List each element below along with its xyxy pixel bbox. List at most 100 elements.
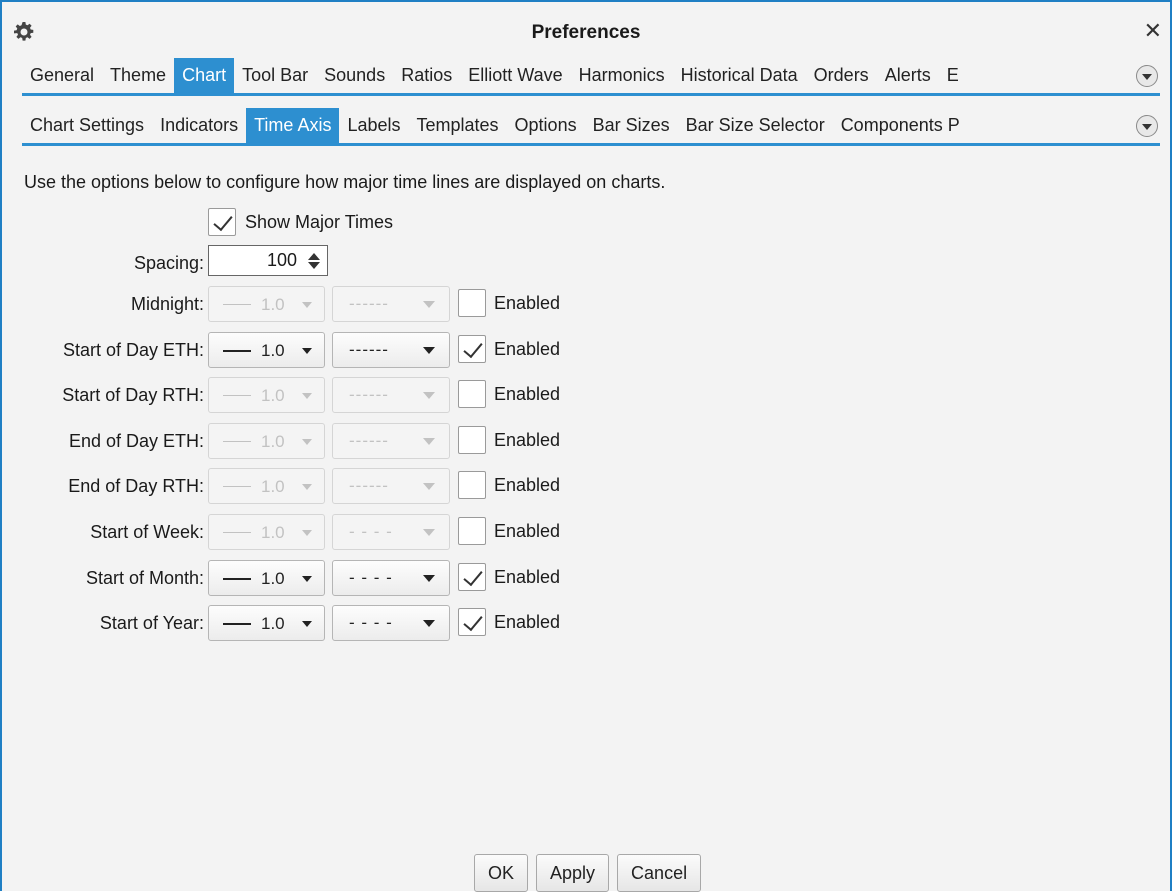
time-line-row: Start of Day ETH: 1.0 ------ Enabled bbox=[2, 332, 702, 368]
window-title: Preferences bbox=[531, 22, 641, 43]
checkbox-box[interactable] bbox=[458, 563, 486, 591]
line-width-value: 1.0 bbox=[261, 523, 285, 542]
show-major-times-checkbox[interactable]: Show Major Times bbox=[208, 208, 393, 236]
chevron-down-icon bbox=[302, 439, 312, 445]
line-width-dropdown[interactable]: 1.0 bbox=[208, 377, 325, 413]
enabled-label: Enabled bbox=[494, 520, 561, 541]
enabled-checkbox[interactable]: Enabled bbox=[458, 608, 560, 636]
enabled-checkbox[interactable]: Enabled bbox=[458, 563, 560, 591]
line-width-dropdown[interactable]: 1.0 bbox=[208, 286, 325, 322]
line-width-dropdown[interactable]: 1.0 bbox=[208, 423, 325, 459]
time-line-label: Midnight: bbox=[130, 294, 204, 314]
time-line-label: End of Day RTH: bbox=[68, 476, 204, 496]
checkbox-box[interactable] bbox=[458, 608, 486, 636]
line-width-value: 1.0 bbox=[261, 614, 285, 633]
checkbox-box[interactable] bbox=[458, 471, 486, 499]
tab-ratios[interactable]: Ratios bbox=[393, 58, 460, 93]
line-style-dropdown[interactable]: ------ bbox=[332, 377, 450, 413]
tab-elliott-wave[interactable]: Elliott Wave bbox=[460, 58, 570, 93]
checkbox-box[interactable] bbox=[208, 208, 236, 236]
tab-alerts[interactable]: Alerts bbox=[877, 58, 939, 93]
enabled-label: Enabled bbox=[494, 338, 561, 359]
line-sample-icon bbox=[223, 350, 251, 352]
line-style-value: ------ bbox=[349, 476, 389, 495]
spacing-label: Spacing: bbox=[133, 253, 204, 273]
ok-button[interactable]: OK bbox=[474, 854, 529, 892]
chevron-down-icon[interactable] bbox=[1136, 115, 1158, 137]
enabled-checkbox[interactable]: Enabled bbox=[458, 289, 560, 317]
subtab-labels[interactable]: Labels bbox=[339, 108, 408, 143]
line-width-dropdown[interactable]: 1.0 bbox=[208, 605, 325, 641]
line-style-dropdown[interactable]: ------ bbox=[332, 423, 450, 459]
time-line-row: Start of Day RTH: 1.0 ------ Enabled bbox=[2, 377, 702, 413]
time-line-row: End of Day ETH: 1.0 ------ Enabled bbox=[2, 423, 702, 459]
chevron-down-icon bbox=[302, 302, 312, 308]
chevron-down-icon bbox=[423, 438, 435, 445]
time-line-row: Start of Year: 1.0 - - - - Enabled bbox=[2, 605, 702, 641]
tab-chart[interactable]: Chart bbox=[174, 58, 235, 93]
cancel-button[interactable]: Cancel bbox=[617, 854, 702, 892]
line-style-value: - - - - bbox=[349, 613, 393, 632]
checkbox-box[interactable] bbox=[458, 426, 486, 454]
sub-tab-strip: Chart Settings Indicators Time Axis Labels T… bbox=[22, 108, 1160, 146]
line-style-dropdown[interactable]: ------ bbox=[332, 286, 450, 322]
line-sample-icon bbox=[223, 441, 251, 442]
line-style-dropdown[interactable]: - - - - bbox=[332, 560, 450, 596]
subtab-components-p[interactable]: Components P bbox=[833, 108, 968, 143]
subtab-time-axis[interactable]: Time Axis bbox=[246, 108, 340, 143]
time-line-label: Start of Week: bbox=[90, 522, 204, 542]
close-icon[interactable]: ✕ bbox=[1144, 20, 1162, 42]
line-style-dropdown[interactable]: ------ bbox=[332, 332, 450, 368]
line-width-value: 1.0 bbox=[261, 477, 285, 496]
line-width-dropdown[interactable]: 1.0 bbox=[208, 560, 325, 596]
tab-historical-data[interactable]: Historical Data bbox=[673, 58, 806, 93]
chevron-down-icon bbox=[423, 347, 435, 354]
tab-sounds[interactable]: Sounds bbox=[316, 58, 393, 93]
subtab-chart-settings[interactable]: Chart Settings bbox=[22, 108, 152, 143]
tab-harmonics[interactable]: Harmonics bbox=[571, 58, 673, 93]
time-line-row: Midnight: 1.0 ------ Enabled bbox=[2, 286, 702, 322]
checkbox-box[interactable] bbox=[458, 517, 486, 545]
description-text: Use the options below to configure how m… bbox=[24, 172, 666, 192]
line-style-dropdown[interactable]: - - - - bbox=[332, 514, 450, 550]
subtab-templates[interactable]: Templates bbox=[409, 108, 507, 143]
line-style-dropdown[interactable]: ------ bbox=[332, 468, 450, 504]
tab-tool-bar[interactable]: Tool Bar bbox=[234, 58, 316, 93]
tab-theme[interactable]: Theme bbox=[102, 58, 174, 93]
line-width-value: 1.0 bbox=[261, 295, 285, 314]
line-width-dropdown[interactable]: 1.0 bbox=[208, 468, 325, 504]
checkbox-box[interactable] bbox=[458, 335, 486, 363]
line-sample-icon bbox=[223, 623, 251, 625]
spinner-arrows-icon[interactable] bbox=[307, 251, 321, 271]
line-style-dropdown[interactable]: - - - - bbox=[332, 605, 450, 641]
line-style-value: - - - - bbox=[349, 522, 393, 541]
line-sample-icon bbox=[223, 532, 251, 533]
line-width-dropdown[interactable]: 1.0 bbox=[208, 332, 325, 368]
chevron-down-icon[interactable] bbox=[1136, 65, 1158, 87]
title-bar[interactable]: Preferences ✕ bbox=[2, 2, 1170, 54]
line-width-value: 1.0 bbox=[261, 432, 285, 451]
chevron-down-icon bbox=[302, 576, 312, 582]
chevron-down-icon bbox=[302, 621, 312, 627]
tab-orders[interactable]: Orders bbox=[806, 58, 877, 93]
checkbox-box[interactable] bbox=[458, 289, 486, 317]
enabled-checkbox[interactable]: Enabled bbox=[458, 380, 560, 408]
enabled-checkbox[interactable]: Enabled bbox=[458, 471, 560, 499]
line-width-dropdown[interactable]: 1.0 bbox=[208, 514, 325, 550]
apply-button[interactable]: Apply bbox=[536, 854, 610, 892]
subtab-indicators[interactable]: Indicators bbox=[152, 108, 246, 143]
subtab-bar-sizes[interactable]: Bar Sizes bbox=[585, 108, 678, 143]
time-line-row: End of Day RTH: 1.0 ------ Enabled bbox=[2, 468, 702, 504]
dialog-buttons: OK Apply Cancel bbox=[474, 854, 702, 892]
tab-general[interactable]: General bbox=[22, 58, 102, 93]
enabled-checkbox[interactable]: Enabled bbox=[458, 426, 560, 454]
enabled-checkbox[interactable]: Enabled bbox=[458, 335, 560, 363]
checkbox-box[interactable] bbox=[458, 380, 486, 408]
subtab-bar-size-selector[interactable]: Bar Size Selector bbox=[678, 108, 833, 143]
time-line-row: Start of Week: 1.0 - - - - Enabled bbox=[2, 514, 702, 550]
enabled-checkbox[interactable]: Enabled bbox=[458, 517, 560, 545]
tab-e[interactable]: E bbox=[939, 58, 967, 93]
line-sample-icon bbox=[223, 395, 251, 396]
subtab-options[interactable]: Options bbox=[507, 108, 585, 143]
spacing-row: Spacing: 100 bbox=[2, 245, 702, 281]
